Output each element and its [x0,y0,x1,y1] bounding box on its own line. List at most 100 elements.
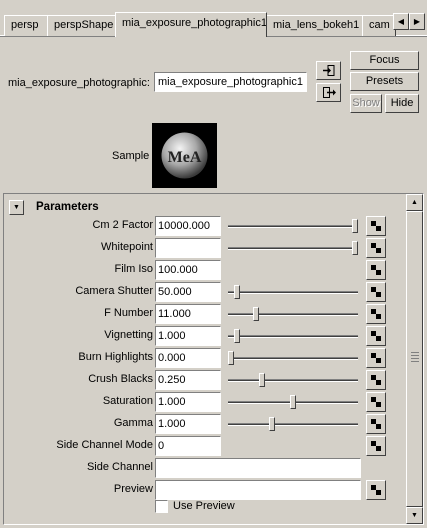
param-slider[interactable] [228,307,358,321]
parameters-frame-header[interactable]: ▼ Parameters [7,197,402,217]
preview-map-button[interactable] [366,480,386,500]
param-slider[interactable] [228,417,358,431]
param-label: F Number [104,307,153,319]
param-value-field[interactable]: 1.000 [155,326,221,346]
checker-map-icon [371,419,381,429]
param-value-field[interactable]: 10000.000 [155,216,221,236]
use-preview-checkbox[interactable] [155,500,168,513]
param-value-field[interactable]: 0.000 [155,348,221,368]
sample-label: Sample [112,150,150,162]
slider-thumb[interactable] [234,285,241,299]
tab-scroll-right-button[interactable]: ▶ [409,13,425,30]
scroll-down-button[interactable]: ▼ [406,507,423,524]
map-button[interactable] [366,414,386,434]
tab-camera[interactable]: cam [362,15,396,36]
slider-thumb[interactable] [352,241,358,255]
param-slider[interactable] [228,373,358,387]
node-type-label: mia_exposure_photographic: [8,77,150,89]
checker-map-icon [371,309,381,319]
tab-label: cam [369,19,390,31]
side-channel-field[interactable] [155,458,361,478]
slider-thumb[interactable] [234,329,241,343]
slider-thumb[interactable] [268,417,275,431]
tab-scroll-left-button[interactable]: ◀ [393,13,409,30]
param-slider[interactable] [228,219,358,233]
param-slider[interactable] [228,395,358,409]
map-button[interactable] [366,238,386,258]
input-connection-button[interactable] [316,61,341,80]
tab-label: mia_exposure_photographic1 [122,17,267,29]
param-row: Side Channel Mode 0 [4,435,404,457]
map-button[interactable] [366,326,386,346]
presets-button[interactable]: Presets [350,72,419,91]
param-row: F Number 11.000 [4,303,404,325]
param-slider[interactable] [228,351,358,365]
param-row: Burn Highlights 0.000 [4,347,404,369]
focus-button[interactable]: Focus [350,51,419,70]
collapse-button[interactable]: ▼ [9,200,24,215]
slider-track [228,247,358,250]
scroll-up-button[interactable]: ▲ [406,194,423,211]
checker-map-icon [371,375,381,385]
param-row: Cm 2 Factor 10000.000 [4,215,404,237]
slider-track [228,335,358,338]
hide-button[interactable]: Hide [385,94,419,113]
param-value-field[interactable]: 100.000 [155,260,221,280]
param-value-field[interactable]: 1.000 [155,414,221,434]
tab-mia-lens-bokeh1[interactable]: mia_lens_bokeh1 [266,15,363,36]
slider-thumb[interactable] [290,395,296,409]
side-channel-row: Side Channel [4,457,404,479]
param-row: Crush Blacks 0.250 [4,369,404,391]
svg-text:MeA: MeA [168,149,202,166]
slider-track [228,225,358,228]
sample-swatch[interactable]: MeA [152,123,217,188]
slider-track [228,313,358,316]
map-button[interactable] [366,348,386,368]
output-connection-button[interactable] [316,83,341,102]
tab-scroll-arrows: ◀ ▶ [393,13,425,30]
slider-thumb[interactable] [259,373,265,387]
checker-map-icon [371,397,381,407]
param-slider[interactable] [228,329,358,343]
param-value-field[interactable]: 0.250 [155,370,221,390]
mental-ray-logo-icon: MeA [161,132,208,179]
map-button[interactable] [366,216,386,236]
map-button[interactable] [366,370,386,390]
slider-thumb[interactable] [252,307,259,321]
parameters-title: Parameters [36,201,99,213]
param-value-field[interactable]: 0 [155,436,221,456]
param-label: Vignetting [104,329,153,341]
param-label: Camera Shutter [75,285,153,297]
slider-track [228,379,358,382]
param-value-field[interactable]: 1.000 [155,392,221,412]
tab-mia-exposure-photographic1[interactable]: mia_exposure_photographic1 [115,12,267,37]
slider-track [228,423,358,426]
map-button[interactable] [366,260,386,280]
map-button[interactable] [366,392,386,412]
slider-thumb[interactable] [352,219,358,233]
param-slider[interactable] [228,241,358,255]
collapse-arrow-icon: ▼ [13,204,20,211]
preview-field[interactable] [155,480,361,500]
map-button[interactable] [366,436,386,456]
slider-thumb[interactable] [228,351,234,365]
map-button[interactable] [366,304,386,324]
checker-map-icon [371,485,381,495]
show-button[interactable]: Show [350,94,382,113]
scrollbar-thumb[interactable] [406,211,423,507]
attribute-scroll-area[interactable]: ▼ Parameters Cm 2 Factor 10000.000 Whitepo… [3,193,424,525]
up-arrow-icon: ▲ [411,199,418,206]
checker-map-icon [371,331,381,341]
param-value-field[interactable]: 11.000 [155,304,221,324]
tab-persp-shape[interactable]: perspShape [47,15,116,36]
map-button[interactable] [366,282,386,302]
param-label: Crush Blacks [88,373,153,385]
param-value-field[interactable]: 50.000 [155,282,221,302]
node-name-field[interactable]: mia_exposure_photographic1 [154,72,307,92]
vertical-scrollbar[interactable]: ▲ ▼ [406,194,423,524]
tab-persp[interactable]: persp [4,15,48,36]
param-slider[interactable] [228,285,358,299]
param-value-field[interactable] [155,238,221,258]
right-arrow-icon: ▶ [413,17,421,26]
grip-icon [411,352,419,364]
